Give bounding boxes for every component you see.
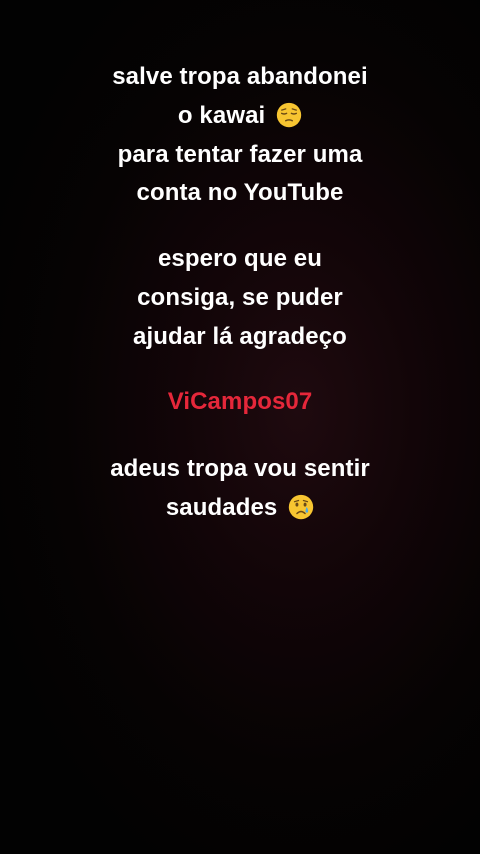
message-text: ajudar lá agradeço	[133, 323, 347, 350]
message-line-5: espero que eu	[0, 244, 480, 274]
message-text: para tentar fazer uma	[117, 141, 363, 168]
message-line-1: salve tropa abandonei	[0, 62, 480, 92]
pensive-face-icon	[276, 102, 302, 128]
message-line-10: saudades	[0, 493, 480, 523]
message-text: saudades	[165, 494, 278, 521]
crying-face-icon	[288, 494, 314, 520]
message-line-6: consiga, se puder	[0, 283, 480, 313]
message-line-4: conta no YouTube	[0, 178, 480, 208]
message-text: o kawai	[177, 102, 266, 129]
message-line-3: para tentar fazer uma	[0, 140, 480, 170]
message-text: consiga, se puder	[137, 284, 343, 311]
message-line-9: adeus tropa vou sentir	[0, 454, 480, 484]
story-canvas: salve tropa abandonei o kawai para tenta…	[0, 0, 480, 854]
message-line-7: ajudar lá agradeço	[0, 322, 480, 352]
channel-name-text: ViCampos07	[167, 388, 313, 415]
message-text: salve tropa abandonei	[112, 63, 368, 90]
message-text: espero que eu	[157, 245, 322, 272]
channel-name: ViCampos07	[0, 387, 480, 417]
message-line-2: o kawai	[0, 101, 480, 131]
message-text: adeus tropa vou sentir	[110, 455, 370, 482]
message-text: conta no YouTube	[136, 179, 344, 206]
